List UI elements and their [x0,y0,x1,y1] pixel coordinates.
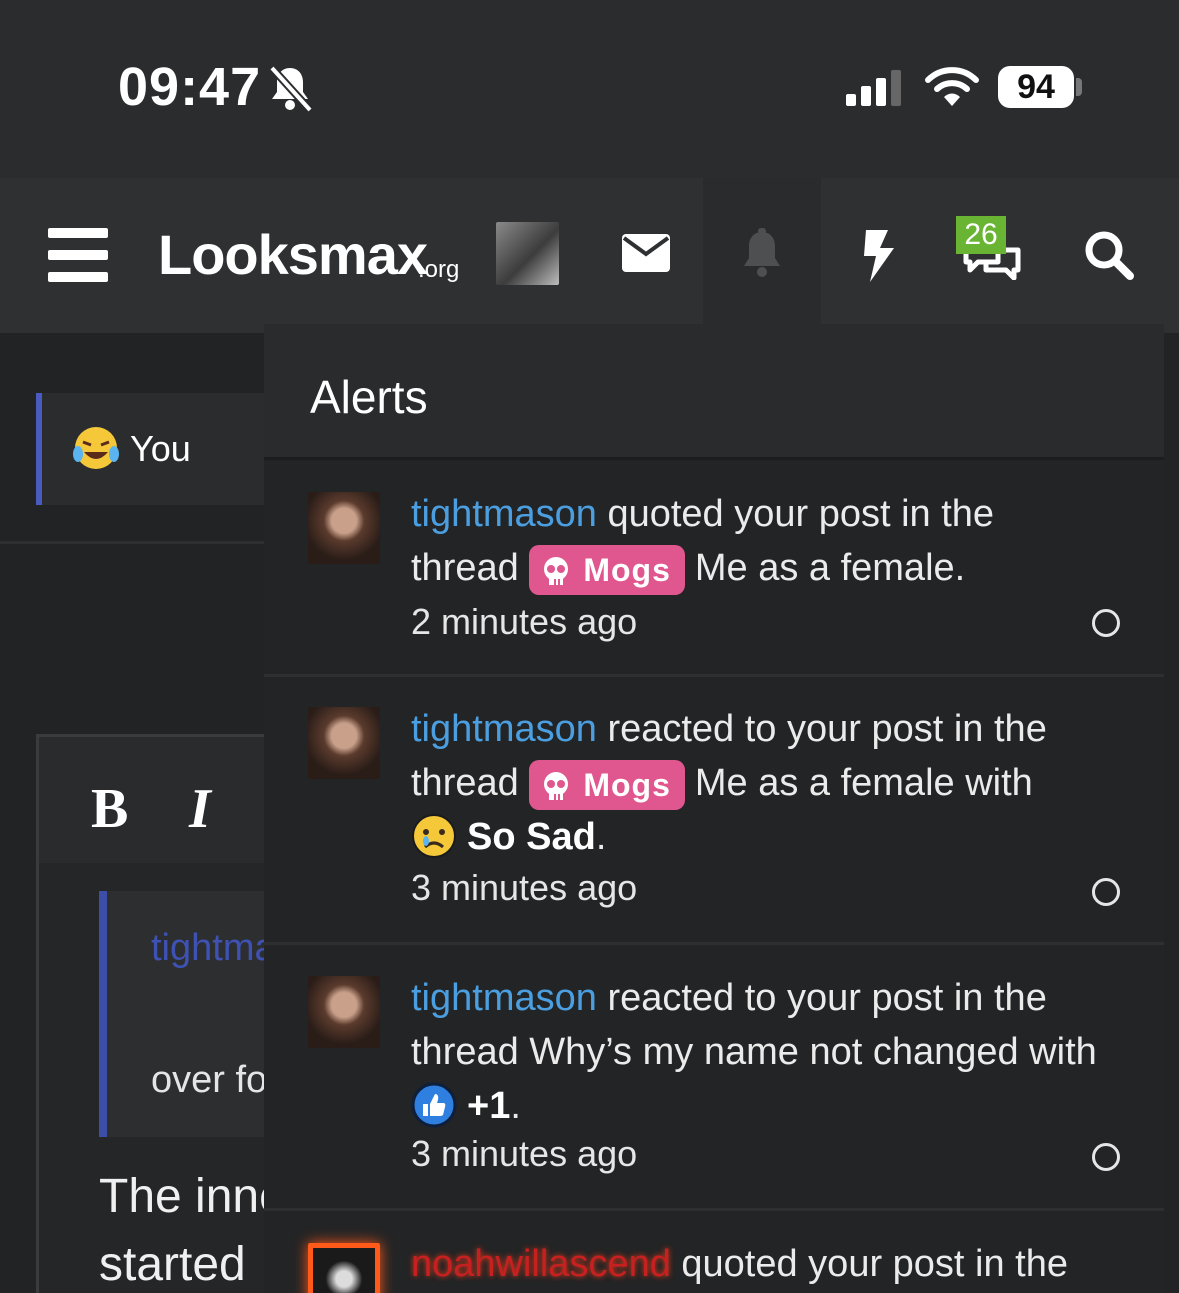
alert-item[interactable]: tightmason reacted to your post in the t… [264,677,1164,945]
skull-icon [544,556,569,585]
reaction-label: +1 [467,1085,511,1127]
sad-face-emoji-icon [412,814,456,858]
editor-text-line: The inne [99,1170,286,1223]
lightning-icon[interactable] [862,230,896,282]
alert-text: tightmason reacted to your post in the t… [411,977,1097,1128]
alert-thread-title[interactable]: Me as a female with [695,762,1033,804]
divider [0,541,270,544]
alert-avatar[interactable] [308,1243,380,1293]
alerts-title: Alerts [310,371,428,423]
quote-author[interactable]: tightma [151,927,276,970]
italic-button[interactable]: I [189,777,211,841]
alert-username[interactable]: tightmason [411,977,597,1019]
alert-item[interactable]: tightmason quoted your post in the threa… [264,463,1164,677]
mark-read-toggle[interactable] [1092,878,1120,906]
cellular-signal-icon [846,70,901,106]
alert-avatar[interactable] [308,492,380,564]
laughing-crying-emoji-icon [73,427,119,469]
alert-time: 3 minutes ago [411,1133,638,1174]
alerts-header: Alerts [264,324,1164,460]
thread-prefix-badge: Mogs [529,544,685,595]
thread-prefix-label: Mogs [583,551,671,588]
editor-toolbar: B I [39,737,279,863]
alert-avatar[interactable] [308,976,380,1048]
thread-prefix-badge: Mogs [529,759,685,810]
alert-item[interactable]: tightmason reacted to your post in the t… [264,945,1164,1211]
alert-avatar[interactable] [308,707,380,779]
bell-slash-icon [269,65,312,112]
conversations-badge: 26 [956,216,1006,254]
status-time: 09:47 [118,57,262,117]
alerts-dropdown: Alerts tightmason quoted your post in th… [264,324,1164,1293]
envelope-icon[interactable] [622,234,670,272]
dropdown-caret [734,300,790,326]
alert-text: noahwillascend quoted your post in the [411,1237,1101,1291]
alert-text: tightmason reacted to your post in the t… [411,708,1047,858]
wifi-icon [925,67,979,106]
battery-tip [1076,78,1082,96]
site-logo[interactable]: Looksmax [158,222,428,287]
screen: 09:47 94 Looksmax .org 26 You B I tightm… [0,0,1179,1293]
reaction-label: So Sad [467,816,596,858]
mark-read-toggle[interactable] [1092,609,1120,637]
account-avatar[interactable] [496,222,559,285]
alert-username[interactable]: noahwillascend [411,1243,671,1285]
alert-time: 2 minutes ago [411,601,638,642]
alert-thread-title[interactable]: Me as a female. [695,547,965,589]
editor-text-line: started [99,1238,246,1291]
alert-username[interactable]: tightmason [411,493,597,535]
reaction-summary-label: You [130,428,191,469]
thread-prefix-label: Mogs [583,766,671,803]
skull-icon [544,771,569,800]
alert-text: tightmason quoted your post in the threa… [411,487,1101,595]
battery-indicator: 94 [998,66,1074,108]
alert-time: 3 minutes ago [411,867,638,908]
mark-read-toggle[interactable] [1092,1143,1120,1171]
hamburger-icon[interactable] [48,228,108,282]
reply-editor[interactable]: B I tightma over fo The inne started [36,734,299,1293]
bell-icon[interactable] [740,228,784,278]
alert-item[interactable]: noahwillascend quoted your post in the [264,1211,1164,1293]
bold-button[interactable]: B [91,777,128,841]
search-icon[interactable] [1084,230,1134,280]
status-bar: 09:47 94 [0,0,1179,178]
alert-action: quoted your post in the [670,1243,1069,1285]
alert-username[interactable]: tightmason [411,708,597,750]
quote-text: over fo [151,1059,268,1101]
site-logo-suffix: .org [418,256,460,283]
thumbs-up-icon [411,1082,457,1128]
site-header: Looksmax .org 26 [0,178,1179,333]
